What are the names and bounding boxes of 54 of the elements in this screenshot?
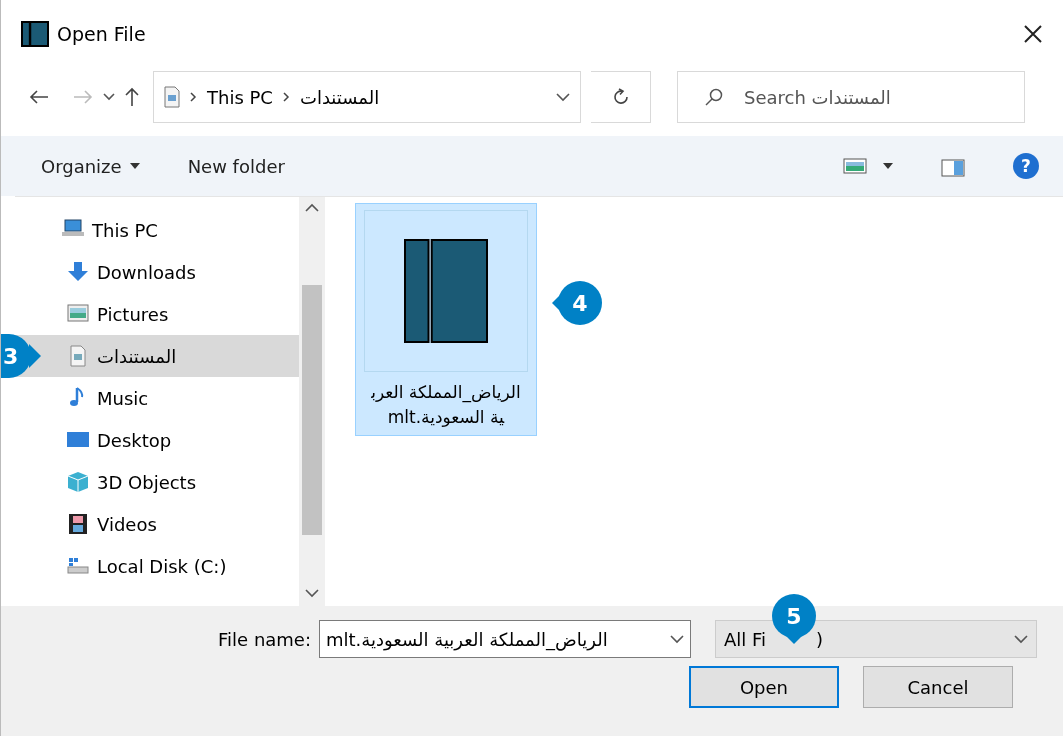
- chevron-icon: [282, 92, 290, 102]
- sidebar-item[interactable]: Local Disk (C:): [15, 545, 299, 587]
- book-icon: [404, 239, 488, 343]
- disk-drive-icon: [67, 555, 89, 577]
- view-icon: [843, 158, 867, 174]
- refresh-button[interactable]: [591, 71, 651, 123]
- file-name: الرياض_المملكة العربية السعودية.mlt: [371, 381, 521, 429]
- help-button[interactable]: ?: [1013, 153, 1039, 179]
- scrollbar[interactable]: [299, 197, 325, 606]
- dropdown-icon: [1014, 634, 1028, 644]
- search-field[interactable]: Search المستندات: [677, 71, 1025, 123]
- new-folder-button[interactable]: New folder: [187, 152, 285, 180]
- breadcrumb-item[interactable]: This PC: [207, 83, 273, 111]
- cancel-button[interactable]: Cancel: [863, 666, 1013, 708]
- sidebar-item[interactable]: Downloads: [15, 251, 299, 293]
- sidebar-item[interactable]: 3D Objects: [15, 461, 299, 503]
- cube-icon: [67, 471, 89, 493]
- dropdown-icon[interactable]: [670, 634, 684, 644]
- document-icon: [164, 86, 180, 108]
- breadcrumb-item[interactable]: المستندات: [299, 83, 380, 111]
- sidebar-item[interactable]: Videos: [15, 503, 299, 545]
- picture-icon: [67, 303, 89, 325]
- caret-icon[interactable]: [103, 93, 115, 101]
- open-button[interactable]: Open: [689, 666, 839, 708]
- window-title: Open File: [57, 21, 146, 47]
- book-icon: [21, 21, 49, 47]
- sidebar-item[interactable]: Desktop: [15, 419, 299, 461]
- file-name-field[interactable]: الرياض_المملكة العربية السعودية.mlt: [319, 620, 691, 658]
- file-type-text: ): [816, 627, 824, 652]
- up-arrow-icon[interactable]: [125, 87, 139, 107]
- pane-icon: [941, 158, 965, 177]
- chevron-icon: [190, 92, 197, 102]
- film-icon: [67, 513, 89, 535]
- back-arrow-icon[interactable]: [29, 90, 49, 104]
- view-options-button[interactable]: [843, 158, 893, 174]
- sidebar-item[interactable]: Music: [15, 377, 299, 419]
- file-name-label: File name:: [218, 627, 311, 652]
- caret-icon: [129, 163, 140, 169]
- document-icon: [67, 345, 89, 367]
- refresh-icon: [611, 88, 630, 106]
- organize-button[interactable]: Organize: [41, 152, 140, 180]
- sidebar-item[interactable]: Pictures: [15, 293, 299, 335]
- dropdown-icon[interactable]: [556, 92, 570, 102]
- close-icon[interactable]: [1023, 24, 1043, 44]
- scroll-down-icon[interactable]: [305, 588, 319, 598]
- scrollbar-thumb[interactable]: [302, 285, 322, 535]
- caret-icon: [883, 163, 893, 169]
- download-arrow-icon: [67, 261, 89, 283]
- file-type-text: All Fi: [724, 627, 767, 652]
- search-icon: [705, 88, 723, 106]
- sidebar-item[interactable]: This PC: [15, 209, 299, 251]
- file-name-value: الرياض_المملكة العربية السعودية.mlt: [326, 627, 608, 653]
- file-item[interactable]: الرياض_المملكة العربية السعودية.mlt: [355, 203, 537, 437]
- scroll-up-icon[interactable]: [305, 203, 319, 213]
